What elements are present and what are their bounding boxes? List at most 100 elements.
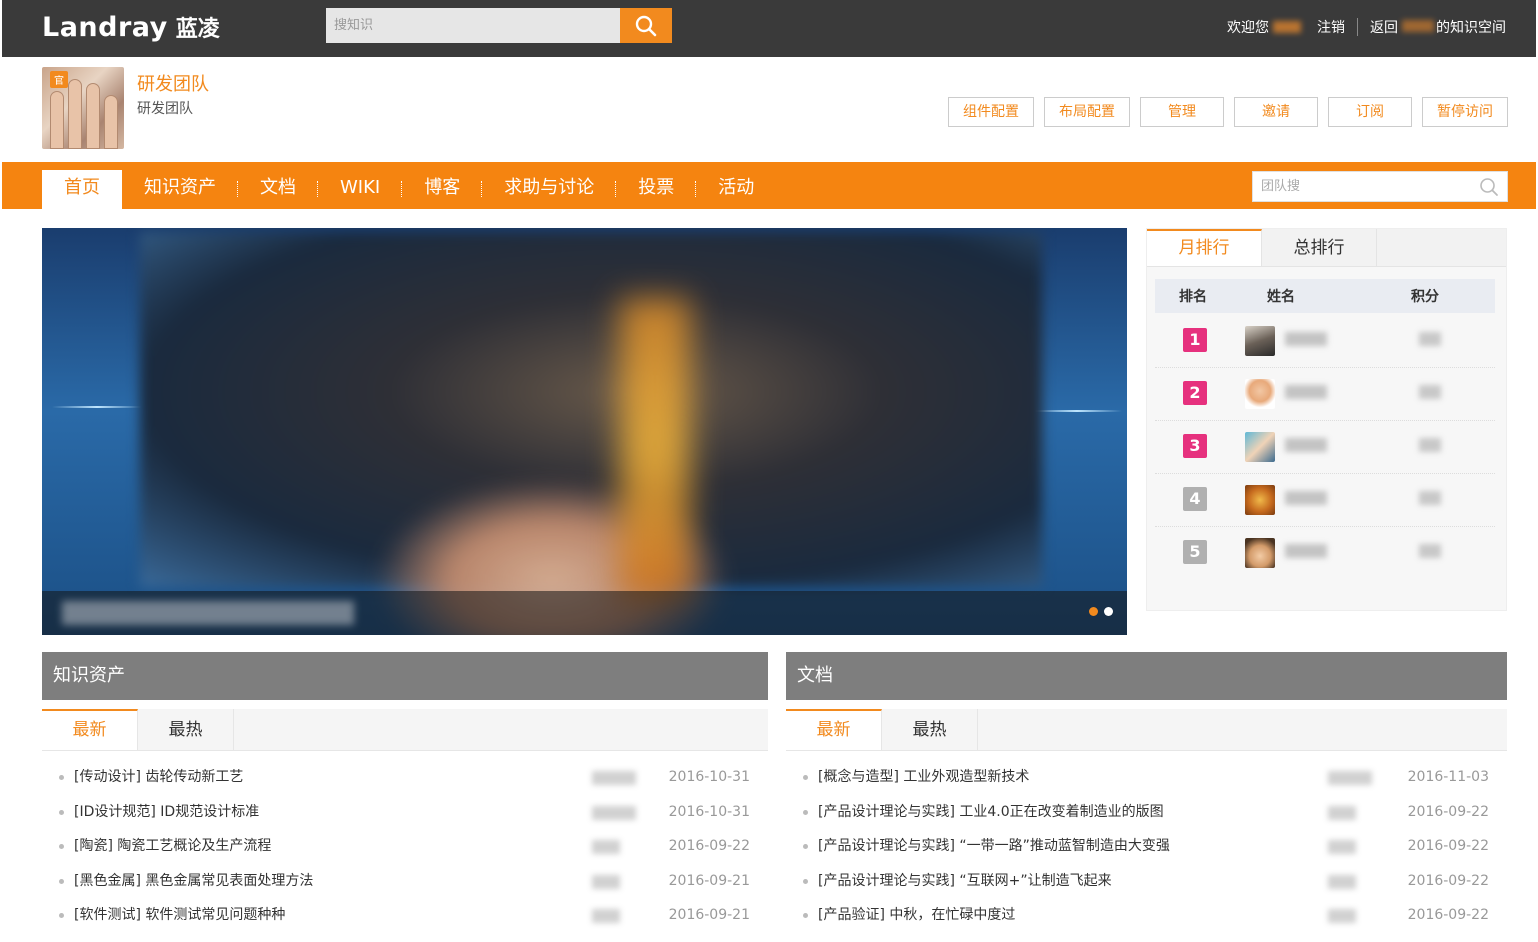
ranking-row[interactable]: 5: [1155, 527, 1495, 580]
panel-title[interactable]: 文档: [786, 652, 1507, 700]
tab-hottest[interactable]: 最热: [882, 709, 978, 750]
carousel-dot-2[interactable]: [1104, 607, 1113, 616]
tab-latest[interactable]: 最新: [786, 709, 882, 750]
item-title[interactable]: [概念与造型] 工业外观造型新技术: [818, 769, 1029, 785]
banner-caption[interactable]: [62, 601, 354, 625]
team-name[interactable]: 研发团队: [137, 70, 209, 96]
redacted-name: [1285, 544, 1327, 558]
manage-button[interactable]: 管理: [1140, 97, 1224, 127]
cartoon-girl-avatar[interactable]: [1245, 432, 1275, 462]
col-name: 姓名: [1267, 289, 1295, 305]
col-score: 积分: [1411, 289, 1439, 305]
knowledge-panel: 知识资产 最新 最热 [传动设计] 齿轮传动新工艺 2016-10-31 [ID设…: [42, 652, 768, 942]
redacted-author: [592, 805, 636, 820]
invite-button[interactable]: 邀请: [1234, 97, 1318, 127]
redacted-author: [1328, 874, 1356, 889]
portrait-avatar[interactable]: [1245, 326, 1275, 356]
layout-config-button[interactable]: 布局配置: [1044, 97, 1130, 127]
search-button[interactable]: [620, 8, 672, 43]
list-item[interactable]: [概念与造型] 工业外观造型新技术 2016-11-03: [786, 760, 1507, 795]
nav-vote[interactable]: 投票: [616, 170, 697, 209]
rank-number: 2: [1183, 381, 1207, 405]
nav-help-discussion[interactable]: 求助与讨论: [482, 170, 617, 209]
docs-panel: 文档 最新 最热 [概念与造型] 工业外观造型新技术 2016-11-03 [产品…: [786, 652, 1507, 942]
list-item[interactable]: [产品设计理论与实践] “一带一路”推动蓝智制造由大变强 2016-09-22: [786, 829, 1507, 864]
back-suffix: 的知识空间: [1436, 20, 1506, 36]
item-date: 2016-09-22: [1407, 872, 1489, 889]
list-item[interactable]: [软件测试] 软件测试常见问题种种 2016-09-21: [42, 898, 768, 933]
tab-hottest[interactable]: 最热: [138, 709, 234, 750]
item-title[interactable]: [传动设计] 齿轮传动新工艺: [74, 769, 243, 785]
cartoon-boy-avatar[interactable]: [1245, 379, 1275, 409]
rank-number: 1: [1183, 328, 1207, 352]
redacted-score: [1419, 332, 1441, 346]
redacted-name: [1285, 491, 1327, 505]
item-title[interactable]: [产品设计理论与实践] “互联网+”让制造飞起来: [818, 873, 1112, 889]
list-item[interactable]: [产品验证] 中秋，在忙碌中度过 2016-09-22: [786, 898, 1507, 933]
pause-access-button[interactable]: 暂停访问: [1422, 97, 1508, 127]
redacted-score: [1419, 544, 1441, 558]
landray-logo[interactable]: Landray 蓝凌: [42, 12, 220, 43]
component-config-button[interactable]: 组件配置: [948, 97, 1034, 127]
team-search-placeholder: 团队搜: [1261, 179, 1301, 194]
ranking-header: 排名 姓名 积分: [1155, 279, 1495, 313]
cartoon-kid-avatar[interactable]: [1245, 538, 1275, 568]
rank-number: 3: [1183, 434, 1207, 458]
item-date: 2016-11-03: [1407, 769, 1489, 785]
list-item[interactable]: [黑色金属] 黑色金属常见表面处理方法 2016-09-21: [42, 864, 768, 899]
col-rank: 排名: [1179, 289, 1207, 305]
item-title[interactable]: [产品设计理论与实践] “一带一路”推动蓝智制造由大变强: [818, 838, 1170, 854]
item-title[interactable]: [软件测试] 软件测试常见问题种种: [74, 907, 285, 923]
redacted-author: [1328, 840, 1356, 854]
tab-monthly-rank[interactable]: 月排行: [1147, 229, 1262, 266]
top-bar: Landray 蓝凌 搜知识 欢迎您 注销 返回 的知识空间: [2, 0, 1536, 57]
nav-home[interactable]: 首页: [42, 170, 122, 209]
ranking-row[interactable]: 2: [1155, 368, 1495, 421]
redacted-name: [1285, 438, 1327, 452]
panel-title[interactable]: 知识资产: [42, 652, 768, 700]
subscribe-button[interactable]: 订阅: [1328, 97, 1412, 127]
knowledge-search-input[interactable]: 搜知识: [326, 8, 620, 43]
main-nav: 首页 知识资产 文档 WIKI 博客 求助与讨论 投票 活动 团队搜: [2, 162, 1536, 209]
item-title[interactable]: [产品设计理论与实践] 工业4.0正在改变着制造业的版图: [818, 804, 1164, 820]
nav-wiki[interactable]: WIKI: [318, 170, 403, 209]
ranking-row[interactable]: 1: [1155, 315, 1495, 368]
redacted-author: [592, 909, 620, 923]
ranking-row[interactable]: 4: [1155, 474, 1495, 527]
item-title[interactable]: [黑色金属] 黑色金属常见表面处理方法: [74, 873, 313, 889]
list-item[interactable]: [ID设计规范] ID规范设计标准 2016-10-31: [42, 795, 768, 830]
carousel-dot-1[interactable]: [1089, 607, 1098, 616]
redacted-username: [1273, 21, 1301, 33]
item-date: 2016-09-22: [1407, 838, 1489, 854]
tab-latest[interactable]: 最新: [42, 709, 138, 750]
lion-avatar[interactable]: [1245, 485, 1275, 515]
ranking-row[interactable]: 3: [1155, 421, 1495, 474]
team-description: 研发团队: [137, 101, 193, 117]
divider: [1357, 18, 1358, 36]
list-item[interactable]: [产品设计理论与实践] 工业4.0正在改变着制造业的版图 2016-09-22: [786, 795, 1507, 830]
list-item[interactable]: [陶瓷] 陶瓷工艺概论及生产流程 2016-09-22: [42, 829, 768, 864]
redacted-score: [1419, 438, 1441, 452]
logout-link[interactable]: 注销: [1317, 17, 1345, 37]
redacted-author: [592, 840, 620, 854]
tab-total-rank[interactable]: 总排行: [1262, 229, 1377, 266]
nav-docs[interactable]: 文档: [238, 170, 318, 209]
item-title[interactable]: [陶瓷] 陶瓷工艺概论及生产流程: [74, 838, 271, 854]
nav-activity[interactable]: 活动: [696, 170, 776, 209]
team-header: 官 研发团队 研发团队 组件配置 布局配置 管理 邀请 订阅 暂停访问: [2, 57, 1536, 162]
item-title[interactable]: [产品验证] 中秋，在忙碌中度过: [818, 907, 1015, 923]
redacted-name: [1285, 385, 1327, 399]
item-title[interactable]: [ID设计规范] ID规范设计标准: [74, 804, 259, 820]
ranking-panel: 月排行 总排行 排名 姓名 积分 1 2 3 4 5: [1146, 228, 1507, 611]
search-icon[interactable]: [1479, 177, 1499, 197]
list-item[interactable]: [传动设计] 齿轮传动新工艺 2016-10-31: [42, 760, 768, 795]
item-date: 2016-09-22: [1407, 907, 1489, 923]
list-item[interactable]: [产品设计理论与实践] “互联网+”让制造飞起来 2016-09-22: [786, 864, 1507, 899]
back-prefix: 返回: [1370, 20, 1398, 36]
redacted-author: [592, 874, 620, 889]
back-link[interactable]: 返回 的知识空间: [1370, 17, 1506, 37]
nav-blog[interactable]: 博客: [402, 170, 483, 209]
team-search-input[interactable]: 团队搜: [1252, 171, 1508, 202]
banner-carousel[interactable]: [42, 228, 1127, 635]
nav-knowledge[interactable]: 知识资产: [122, 170, 238, 209]
